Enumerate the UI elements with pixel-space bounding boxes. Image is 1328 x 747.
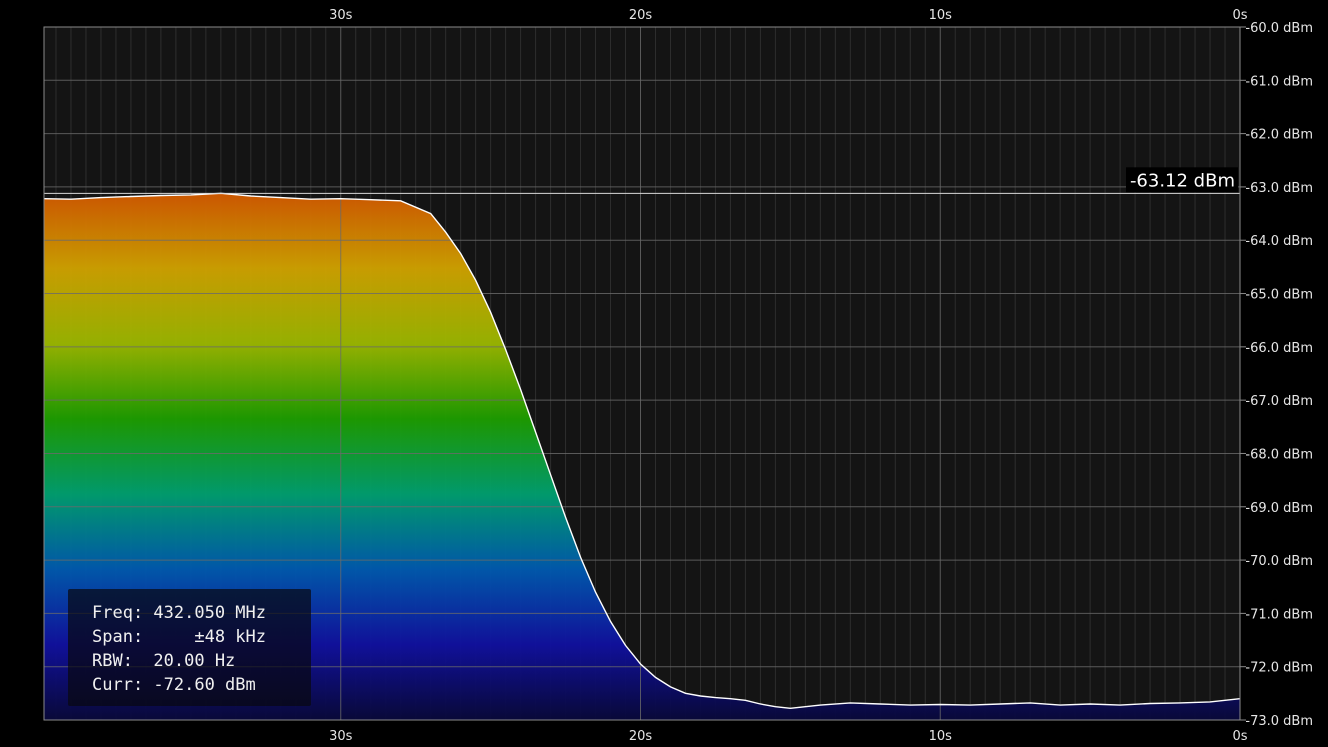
x-tick-label-bottom: 20s bbox=[629, 729, 653, 744]
info-rbw: RBW: 20.00 Hz bbox=[92, 651, 236, 671]
info-curr: Curr: -72.60 dBm bbox=[92, 675, 256, 695]
y-tick-label: -64.0 dBm bbox=[1245, 234, 1313, 249]
x-tick-label-bottom: 0s bbox=[1232, 729, 1247, 744]
x-tick-label-bottom: 30s bbox=[329, 729, 353, 744]
y-tick-label: -67.0 dBm bbox=[1245, 394, 1313, 409]
y-tick-label: -71.0 dBm bbox=[1245, 607, 1313, 622]
y-tick-label: -73.0 dBm bbox=[1245, 714, 1313, 729]
y-tick-label: -68.0 dBm bbox=[1245, 447, 1313, 462]
y-tick-label: -69.0 dBm bbox=[1245, 501, 1313, 516]
info-span: Span: ±48 kHz bbox=[92, 627, 266, 647]
marker-label: -63.12 dBm bbox=[1130, 170, 1235, 191]
y-tick-label: -63.0 dBm bbox=[1245, 181, 1313, 196]
x-tick-label-bottom: 10s bbox=[929, 729, 953, 744]
y-tick-label: -70.0 dBm bbox=[1245, 554, 1313, 569]
info-panel: Freq: 432.050 MHz Span: ±48 kHz RBW: 20.… bbox=[68, 589, 311, 706]
y-tick-label: -66.0 dBm bbox=[1245, 341, 1313, 356]
x-tick-label-top: 10s bbox=[929, 8, 953, 23]
y-tick-label: -62.0 dBm bbox=[1245, 128, 1313, 143]
y-axis-right: -60.0 dBm -61.0 dBm -62.0 dBm -63.0 dBm -64.… bbox=[1240, 21, 1313, 729]
x-tick-label-top: 30s bbox=[329, 8, 353, 23]
info-freq: Freq: 432.050 MHz bbox=[92, 603, 266, 623]
x-axis-bottom: 30s 20s 10s 0s bbox=[329, 729, 1248, 744]
y-tick-label: -61.0 dBm bbox=[1245, 74, 1313, 89]
x-tick-label-top: 20s bbox=[629, 8, 653, 23]
y-tick-label: -72.0 dBm bbox=[1245, 661, 1313, 676]
y-tick-label: -60.0 dBm bbox=[1245, 21, 1313, 36]
y-tick-label: -65.0 dBm bbox=[1245, 288, 1313, 303]
x-axis-top: 30s 20s 10s 0s bbox=[329, 8, 1248, 23]
